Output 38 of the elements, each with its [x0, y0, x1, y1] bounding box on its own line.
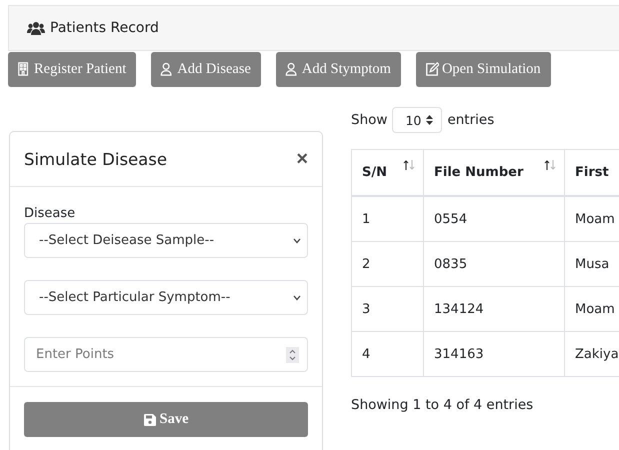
select-field[interactable]: --Select Deisease Sample-- [24, 223, 308, 258]
toolbar-button[interactable]: Add Stymptom [276, 52, 401, 86]
building-icon [17, 61, 31, 77]
user-icon [160, 61, 174, 77]
column-header[interactable]: File Number [424, 150, 564, 196]
table-cell: 314163 [424, 332, 564, 376]
chevron-down-icon [293, 238, 301, 244]
sort-arrows-icon [403, 160, 415, 170]
users-icon [27, 21, 45, 35]
page-title: Patients Record [50, 20, 159, 36]
number-field[interactable]: Enter Points [24, 337, 308, 372]
sort-icon [426, 115, 434, 125]
table-cell: 134124 [424, 286, 564, 332]
modal-title: Simulate Disease [24, 150, 168, 168]
page-size-select[interactable]: 10 [392, 107, 442, 133]
toolbar-button[interactable]: Add Disease [151, 52, 261, 86]
column-header[interactable]: S/N [352, 150, 424, 196]
table-info: Showing 1 to 4 of 4 entries [351, 397, 534, 413]
field-label: Disease [24, 206, 76, 221]
show-label: Show [351, 112, 388, 128]
table-cell: 2 [352, 242, 424, 286]
user-icon [284, 61, 299, 77]
entries-label: entries [447, 112, 494, 128]
table-cell: 3 [352, 286, 424, 332]
select-field[interactable]: --Select Particular Symptom-- [24, 280, 308, 315]
spinner-icon [286, 346, 299, 362]
table-cell: 4 [352, 332, 424, 376]
sort-arrows-icon [544, 160, 556, 170]
toolbar-button[interactable]: Open Simulation [416, 52, 551, 86]
table-cell: 0554 [424, 196, 564, 242]
toolbar-button[interactable]: Register Patient [8, 52, 136, 86]
table-cell: 1 [352, 196, 424, 242]
column-header: First [564, 150, 619, 196]
chevron-down-icon [293, 294, 301, 300]
table-cell: 0835 [424, 242, 564, 286]
save-button[interactable]: Save [24, 402, 308, 437]
edit-icon [424, 61, 439, 77]
close-button[interactable]: × [296, 148, 308, 170]
